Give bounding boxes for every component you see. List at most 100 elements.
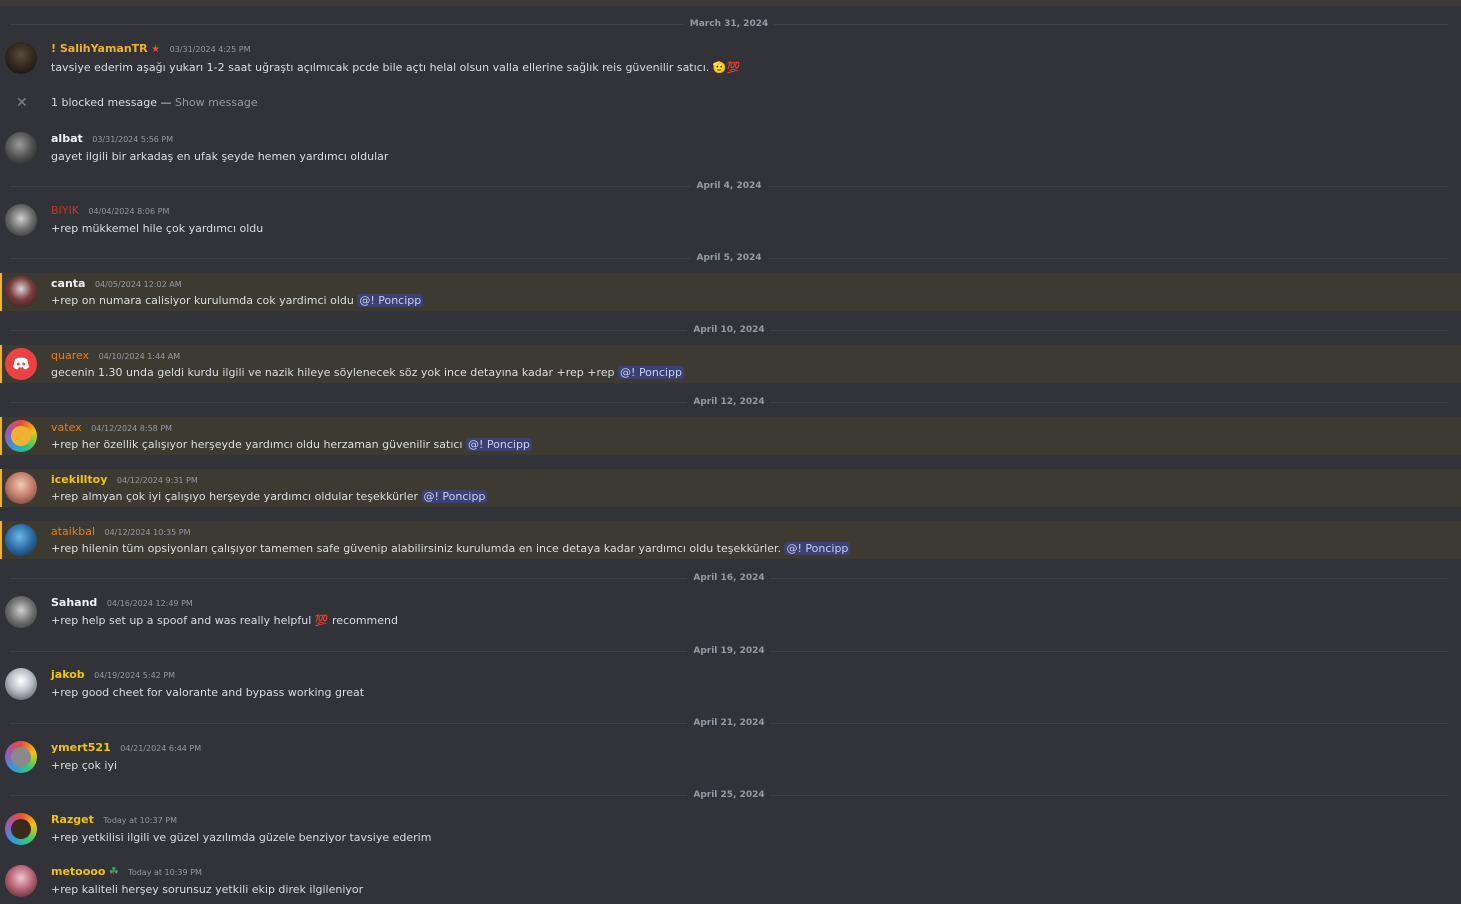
username[interactable]: Sahand [51,596,97,609]
username[interactable]: vatex [51,421,82,434]
emoji: 💯 [314,614,329,627]
message-text: gecenin 1.30 unda geldi kurdu ilgili ve … [51,366,615,379]
date-divider: March 31, 2024 [10,17,1448,31]
user-avatar[interactable] [5,668,37,700]
message-mentioned[interactable]: icekilltoy 04/12/2024 9:31 PM +rep almya… [0,469,1461,507]
timestamp: 04/16/2024 12:49 PM [106,599,193,608]
blocked-message-row: ✕ 1 blocked message — Show message [0,93,1461,115]
user-avatar[interactable] [5,42,37,74]
message[interactable]: Sahand 04/16/2024 12:49 PM +rep help set… [0,592,1461,634]
message[interactable]: ! SalihYamanTR ★ 03/31/2024 4:25 PM tavs… [0,38,1461,80]
timestamp: 04/21/2024 6:44 PM [120,744,202,753]
date-divider: April 4, 2024 [10,179,1448,193]
username[interactable]: albat [51,132,83,145]
message-text: gayet ilgili bir arkadaş en ufak şeyde h… [51,150,389,163]
date-divider-label: April 5, 2024 [690,251,768,265]
date-divider-label: April 12, 2024 [687,395,771,409]
timestamp: Today at 10:39 PM [128,868,202,877]
timestamp: 04/10/2024 1:44 AM [98,352,181,361]
emoji: 🫡💯 [712,61,741,74]
user-mention[interactable]: @! Poncipp [421,490,488,503]
date-divider: April 5, 2024 [10,251,1448,265]
username[interactable]: ymert521 [51,741,111,754]
message-text: +rep hilenin tüm opsiyonları çalışıyor t… [51,542,781,555]
timestamp: 03/31/2024 5:56 PM [92,135,174,144]
avatar-center [11,819,31,839]
show-message-link[interactable]: Show message [175,96,258,109]
timestamp: 04/04/2024 8:06 PM [88,207,170,216]
date-divider: April 10, 2024 [10,323,1448,337]
discord-default-avatar[interactable] [5,348,37,380]
date-divider-label: April 21, 2024 [687,716,771,730]
date-divider: April 12, 2024 [10,395,1448,409]
message-text: +rep on numara calisiyor kurulumda cok y… [51,294,354,307]
message[interactable]: metoooo ☘ Today at 10:39 PM +rep kalitel… [0,861,1461,903]
message-mentioned[interactable]: quarex 04/10/2024 1:44 AM gecenin 1.30 u… [0,345,1461,383]
date-divider-label: April 4, 2024 [690,179,768,193]
discord-logo-icon [13,357,29,370]
message-text-after: recommend [332,614,398,627]
user-avatar[interactable] [5,276,37,308]
timestamp: Today at 10:37 PM [103,816,177,825]
message-text: +rep yetkilisi ilgili ve güzel yazılımda… [51,831,432,844]
username[interactable]: Razget [51,813,94,826]
timestamp: 04/05/2024 12:02 AM [94,280,182,289]
message-mentioned[interactable]: vatex 04/12/2024 8:58 PM +rep her özelli… [0,417,1461,455]
date-divider-label: April 25, 2024 [687,788,771,802]
username[interactable]: ataikbal [51,525,95,538]
message-text: +rep her özellik çalışıyor herşeyde yard… [51,438,463,451]
message[interactable]: jakob 04/19/2024 5:42 PM +rep good cheet… [0,664,1461,706]
timestamp: 03/31/2024 4:25 PM [169,45,251,54]
message-text: +rep good cheet for valorante and bypass… [51,686,365,699]
username[interactable]: metoooo [51,865,105,878]
user-avatar[interactable] [5,596,37,628]
timestamp: 04/12/2024 10:35 PM [104,528,191,537]
timestamp: 04/12/2024 9:31 PM [116,476,198,485]
date-divider-label: March 31, 2024 [683,17,775,31]
user-avatar[interactable] [5,741,37,773]
clover-badge-icon: ☘ [108,865,119,878]
user-avatar[interactable] [5,472,37,504]
message-mentioned[interactable]: ataikbal 04/12/2024 10:35 PM +rep hileni… [0,521,1461,559]
user-avatar[interactable] [5,204,37,236]
avatar-center [11,426,31,446]
date-divider-label: April 19, 2024 [687,644,771,658]
user-mention[interactable]: @! Poncipp [618,366,684,379]
avatar-center [11,747,31,767]
previous-message-strip [0,0,1461,6]
user-mention[interactable]: @! Poncipp [357,294,424,307]
date-divider: April 25, 2024 [10,788,1448,802]
blocked-message-text: 1 blocked message — [51,96,172,109]
date-divider: April 19, 2024 [10,644,1448,658]
date-divider: April 16, 2024 [10,571,1448,585]
user-avatar[interactable] [5,813,37,845]
message[interactable]: albat 03/31/2024 5:56 PM gayet ilgili bi… [0,128,1461,170]
message-text: +rep kaliteli herşey sorunsuz yetkili ek… [51,883,364,896]
user-avatar[interactable] [5,420,37,452]
date-divider: April 21, 2024 [10,716,1448,730]
username[interactable]: jakob [51,668,85,681]
timestamp: 04/19/2024 5:42 PM [94,671,176,680]
user-avatar[interactable] [5,132,37,164]
user-avatar[interactable] [5,865,37,897]
message[interactable]: Razget Today at 10:37 PM +rep yetkilisi … [0,809,1461,851]
close-icon[interactable]: ✕ [16,95,28,111]
date-divider-label: April 16, 2024 [687,571,771,585]
message-text: +rep çok iyi [51,759,118,772]
user-avatar[interactable] [5,524,37,556]
message-text: +rep almyan çok iyi çalışıyo herşeyde ya… [51,490,418,503]
message[interactable]: ymert521 04/21/2024 6:44 PM +rep çok iyi [0,737,1461,779]
username[interactable]: ! SalihYamanTR [51,42,148,55]
username[interactable]: quarex [51,349,89,362]
message-mentioned[interactable]: canta 04/05/2024 12:02 AM +rep on numara… [0,273,1461,311]
user-mention[interactable]: @! Poncipp [465,438,532,451]
username[interactable]: canta [51,277,85,290]
message-text: tavsiye ederim aşağı yukarı 1-2 saat uğr… [51,61,710,74]
message[interactable]: BIYIK 04/04/2024 8:06 PM +rep mükkemel h… [0,200,1461,242]
username[interactable]: icekilltoy [51,473,107,486]
date-divider-label: April 10, 2024 [687,323,771,337]
user-mention[interactable]: @! Poncipp [784,542,851,555]
message-text: +rep help set up a spoof and was really … [51,614,312,627]
username[interactable]: BIYIK [51,204,79,217]
message-text: +rep mükkemel hile çok yardımcı oldu [51,222,264,235]
